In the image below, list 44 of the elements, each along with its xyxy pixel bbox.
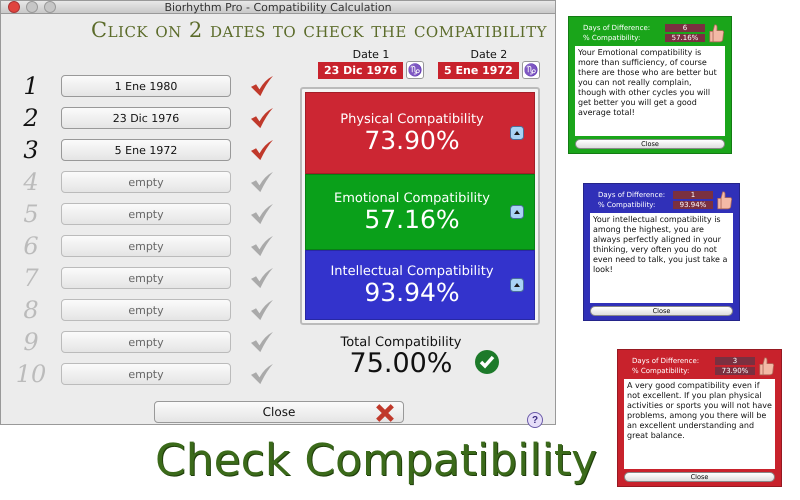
date-slot-button[interactable]: 1 Ene 1980 — [61, 75, 231, 97]
description-text: Your Emotional compatibility is more than sufficiency, of course there are those who are better but you can not really complain, though with other cycles you will get better you will get a good average total! — [575, 46, 725, 136]
slot-number: 3 — [22, 136, 40, 164]
date-slot-button[interactable]: 5 Ene 1972 — [61, 139, 231, 161]
result-title: Emotional Compatibility — [334, 190, 490, 206]
date-slot-button[interactable]: empty — [61, 235, 231, 257]
info-up-button[interactable] — [510, 126, 524, 140]
date-slot-button[interactable]: empty — [61, 299, 231, 321]
heading: Click on 2 dates to check the compatibility — [91, 18, 547, 42]
checkmark-circle-icon — [474, 348, 500, 375]
total-value: 75.00% — [350, 350, 452, 378]
slot-number: 2 — [22, 104, 40, 132]
close-button[interactable]: Close — [154, 401, 404, 423]
info-up-button[interactable] — [510, 205, 524, 219]
caption: Check Compatibility — [155, 435, 598, 486]
date-value: 5 Ene 1972 — [438, 62, 519, 78]
result-title: Physical Compatibility — [340, 112, 484, 127]
help-button[interactable]: ? — [527, 412, 543, 428]
slot-number: 1 — [22, 72, 40, 100]
close-window-button[interactable] — [8, 1, 20, 13]
zodiac-button[interactable]: ♑ — [406, 61, 424, 79]
info-up-button[interactable] — [510, 278, 524, 292]
date-slot-button[interactable]: empty — [61, 267, 231, 289]
window-title: Biorhythm Pro - Compatibility Calculation — [164, 0, 392, 14]
result-value: 57.16% — [364, 206, 460, 234]
total-label: Total Compatibility — [340, 335, 462, 350]
result-value: 73.90% — [364, 126, 460, 154]
date-label: Date 2 — [470, 48, 508, 61]
date-slot-button[interactable]: empty — [61, 171, 231, 193]
result-value: 93.94% — [364, 278, 460, 306]
date-slot-button[interactable]: empty — [61, 363, 231, 385]
zodiac-button[interactable]: ♑ — [522, 61, 540, 79]
thumbs-up-icon — [709, 23, 725, 43]
date-slot-button[interactable]: empty — [61, 331, 231, 353]
thumbs-up-icon — [759, 356, 775, 376]
date-value: 23 Dic 1976 — [318, 62, 404, 78]
cross-icon — [375, 403, 395, 423]
description-text: Your intellectual compatibility is among the highest, you are always perfectly aligned in your thinking, very often you do not even need to talk, you just take a look! — [590, 213, 733, 303]
date-slot-button[interactable]: 23 Dic 1976 — [61, 107, 231, 129]
description-text: A very good compatibility even if not excellent. If you plan physical activities or sports you will not have problems, among you there will be an excellent understanding and great balance. — [624, 379, 775, 469]
date-slot-button[interactable]: empty — [61, 203, 231, 225]
date-label: Date 1 — [352, 48, 390, 61]
thumbs-up-icon — [717, 190, 733, 210]
result-title: Intellectual Compatibility — [330, 264, 494, 279]
